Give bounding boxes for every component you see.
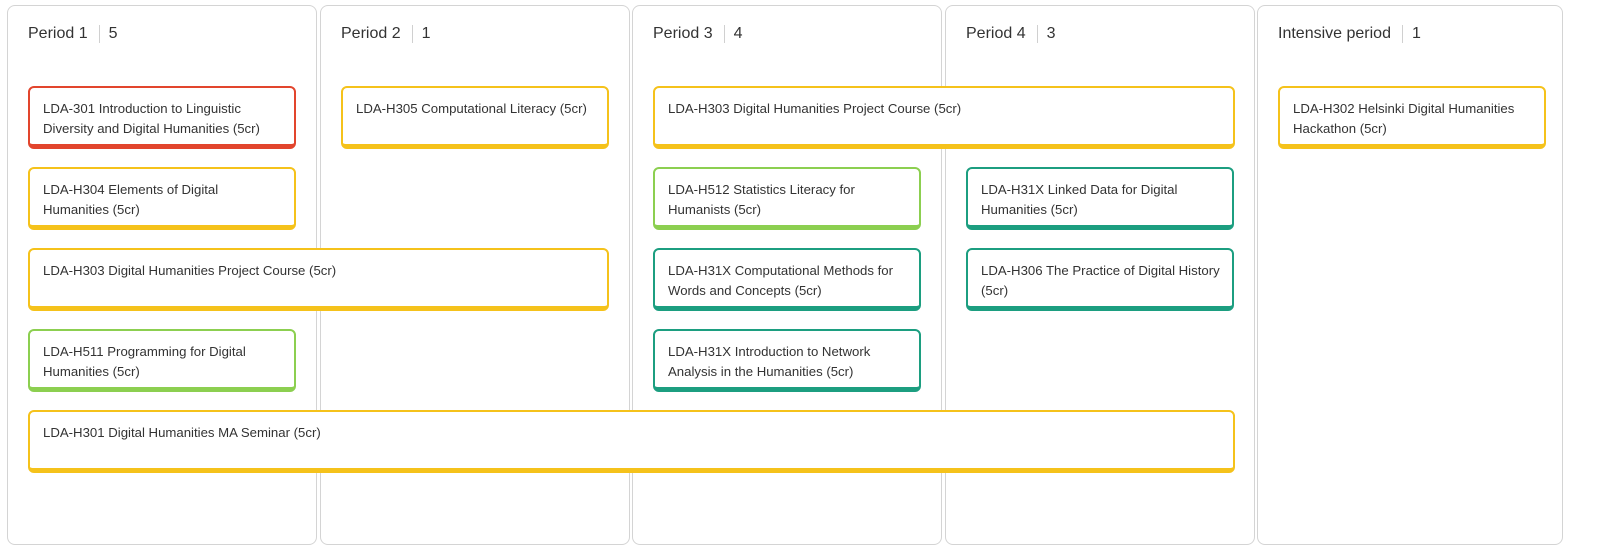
course-count: 1	[1411, 25, 1421, 42]
header-divider	[723, 25, 725, 43]
header-divider	[1036, 25, 1038, 43]
course-count: 4	[733, 25, 743, 42]
course-count: 3	[1046, 25, 1056, 42]
header-divider	[411, 25, 413, 43]
course-card-lda-h305[interactable]: LDA-H305 Computational Literacy (5cr)	[341, 86, 609, 149]
period-label: Period 1	[28, 25, 88, 42]
course-board: Period 1 5 Period 2 1 Period 3 4 Period …	[0, 0, 1615, 547]
intensive-period-header: Intensive period 1	[1278, 23, 1421, 45]
period-3-header: Period 3 4	[653, 23, 743, 45]
course-card-lda-h303-p3-p4[interactable]: LDA-H303 Digital Humanities Project Cour…	[653, 86, 1235, 149]
course-count: 1	[421, 25, 431, 42]
period-1-header: Period 1 5	[28, 23, 118, 45]
course-card-lda-h31x-linked-data[interactable]: LDA-H31X Linked Data for Digital Humanit…	[966, 167, 1234, 230]
course-card-lda-h511[interactable]: LDA-H511 Programming for Digital Humanit…	[28, 329, 296, 392]
course-card-lda-h302[interactable]: LDA-H302 Helsinki Digital Humanities Hac…	[1278, 86, 1546, 149]
course-card-lda-h512[interactable]: LDA-H512 Statistics Literacy for Humanis…	[653, 167, 921, 230]
course-card-lda-h31x-network[interactable]: LDA-H31X Introduction to Network Analysi…	[653, 329, 921, 392]
period-label: Intensive period	[1278, 25, 1391, 42]
course-card-lda-h31x-methods[interactable]: LDA-H31X Computational Methods for Words…	[653, 248, 921, 311]
period-label: Period 2	[341, 25, 401, 42]
course-card-lda-h301[interactable]: LDA-H301 Digital Humanities MA Seminar (…	[28, 410, 1235, 473]
course-card-lda-301[interactable]: LDA-301 Introduction to Linguistic Diver…	[28, 86, 296, 149]
period-label: Period 4	[966, 25, 1026, 42]
course-count: 5	[108, 25, 118, 42]
header-divider	[98, 25, 100, 43]
header-divider	[1401, 25, 1403, 43]
course-card-lda-h304[interactable]: LDA-H304 Elements of Digital Humanities …	[28, 167, 296, 230]
course-card-lda-h306[interactable]: LDA-H306 The Practice of Digital History…	[966, 248, 1234, 311]
course-card-lda-h303-p1-p2[interactable]: LDA-H303 Digital Humanities Project Cour…	[28, 248, 609, 311]
period-2-header: Period 2 1	[341, 23, 431, 45]
period-4-header: Period 4 3	[966, 23, 1056, 45]
period-label: Period 3	[653, 25, 713, 42]
